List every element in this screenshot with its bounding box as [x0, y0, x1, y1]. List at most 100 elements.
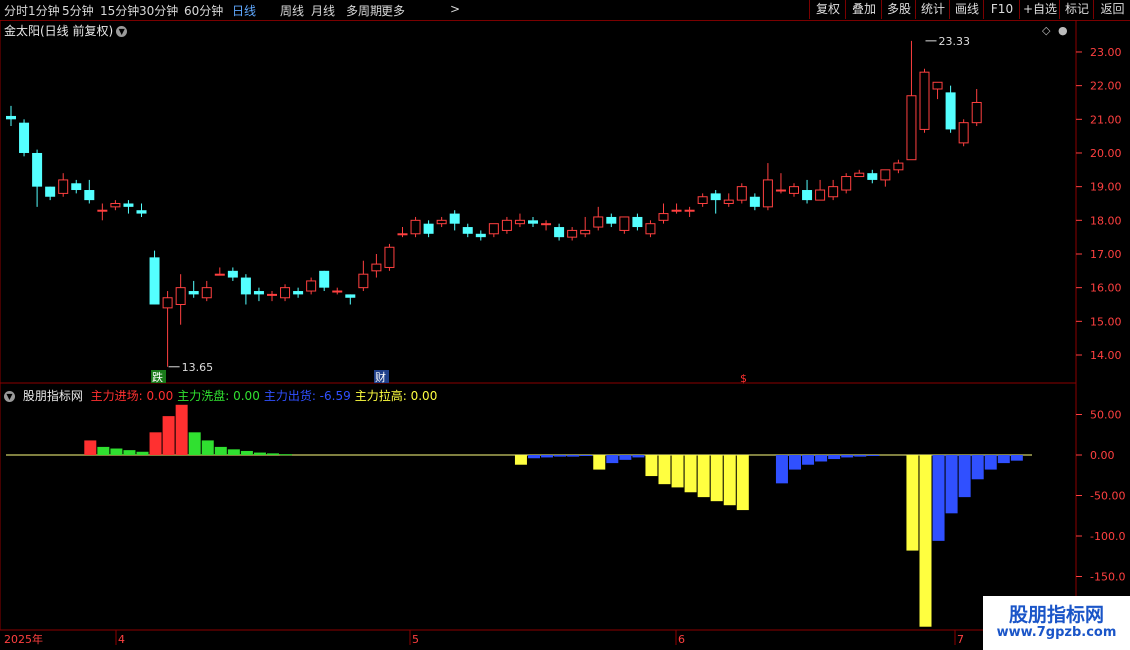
- indicator-bar: [684, 455, 697, 493]
- indicator-bar: [136, 451, 149, 455]
- indicator-label: -150.0: [1090, 571, 1125, 584]
- indicator-bar: [201, 440, 214, 455]
- candle-body: [971, 101, 982, 124]
- price-label: 21.00: [1090, 113, 1122, 126]
- candle-body: [6, 115, 16, 120]
- brand-url: www.7gpzb.com: [996, 625, 1117, 640]
- indicator-bar: [815, 455, 828, 462]
- candle-body: [932, 81, 943, 90]
- candle-body: [606, 216, 617, 224]
- candle-body: [293, 291, 304, 295]
- candle-body: [749, 196, 760, 207]
- candle-body: [841, 176, 852, 191]
- candle-body: [802, 190, 813, 201]
- diamond-icon: ◇: [1042, 24, 1051, 37]
- indicator-bar: [671, 455, 684, 488]
- indicator-bar: [240, 450, 253, 455]
- candle-body: [110, 202, 121, 208]
- price-label: 23.00: [1090, 46, 1122, 59]
- candle-body: [567, 229, 578, 238]
- indicator-label: -50.00: [1090, 490, 1125, 503]
- indicator-label: -100.0: [1090, 530, 1125, 543]
- indicator-bar: [867, 455, 880, 456]
- candle-body: [854, 172, 865, 178]
- indicator-bar: [580, 455, 593, 456]
- candle-body: [97, 209, 108, 212]
- indicator-bar: [645, 455, 658, 477]
- candle-body: [384, 246, 395, 268]
- indicator-bar: [697, 455, 710, 498]
- indicator-bar: [710, 455, 723, 502]
- candle-body: [828, 186, 839, 198]
- indicator-bar: [214, 446, 227, 455]
- finance-marker: 财: [375, 370, 386, 384]
- candle-body: [188, 291, 199, 295]
- candle-body: [815, 189, 826, 201]
- indicator-bar: [997, 455, 1010, 464]
- indicator-bar: [514, 455, 527, 465]
- candle-body: [528, 220, 538, 224]
- candle-body: [736, 186, 747, 201]
- price-label: 14.00: [1090, 349, 1122, 362]
- candle-body: [541, 223, 552, 226]
- candle-body: [762, 179, 773, 208]
- indicator-bar: [775, 455, 788, 484]
- main-chart[interactable]: 23.00 22.00 21.00 20.00 19.00 18.00 17.00 16.00…: [0, 0, 1130, 650]
- candle-body: [880, 169, 891, 181]
- candle-body: [84, 190, 95, 201]
- brand-name: 股朋指标网: [1008, 604, 1104, 626]
- candle-body: [175, 287, 186, 305]
- candle-body: [201, 287, 212, 299]
- indicator-bar: [149, 432, 162, 455]
- price-label: 20.00: [1090, 147, 1122, 160]
- indicator-bar: [958, 455, 971, 498]
- candle-body: [632, 216, 643, 228]
- candle-body: [123, 203, 134, 207]
- indicator-bar: [593, 455, 606, 470]
- candle-body: [893, 162, 904, 171]
- candle-body: [671, 209, 682, 212]
- indicator-bar: [919, 455, 932, 627]
- candle-body: [371, 263, 382, 272]
- candle-body: [514, 219, 525, 225]
- candle-body: [501, 219, 512, 231]
- dollar-marker: $: [740, 372, 747, 385]
- indicator-bar: [567, 455, 580, 457]
- candle-body: [214, 273, 225, 276]
- indicator-label: 0.00: [1090, 449, 1115, 462]
- month-label: 4: [118, 633, 125, 646]
- indicator-bar: [554, 455, 567, 457]
- indicator-bar: [227, 449, 240, 455]
- indicator-bar: [1010, 455, 1023, 461]
- candle-body: [697, 196, 708, 204]
- indicator-bar: [84, 440, 97, 455]
- candle-body: [645, 223, 656, 235]
- candle-body: [19, 122, 30, 153]
- indicator-bar: [841, 455, 854, 458]
- candle-body: [319, 270, 330, 288]
- time-year: 2025年: [4, 632, 43, 646]
- indicator-bar: [971, 455, 984, 480]
- indicator-bar: [828, 455, 841, 460]
- candle-body: [475, 233, 486, 238]
- candle-body: [436, 219, 447, 225]
- candle-body: [958, 122, 969, 144]
- candle-body: [240, 277, 251, 295]
- candle-body: [280, 287, 291, 299]
- candle-body: [554, 227, 565, 238]
- candle-body: [449, 213, 460, 224]
- candle-body: [345, 294, 356, 298]
- month-label: 6: [678, 633, 685, 646]
- price-label: 22.00: [1090, 80, 1122, 93]
- indicator-bar: [789, 455, 801, 470]
- candle-body: [267, 293, 277, 296]
- candle-body: [945, 92, 956, 130]
- indicator-bar: [110, 448, 123, 455]
- indicator-bar: [188, 432, 201, 455]
- indicator-bar: [945, 455, 958, 514]
- candle-body: [397, 233, 408, 236]
- candle-body: [710, 193, 721, 201]
- indicator-bar: [619, 455, 632, 460]
- candle-body: [358, 273, 369, 289]
- candle-body: [253, 291, 264, 295]
